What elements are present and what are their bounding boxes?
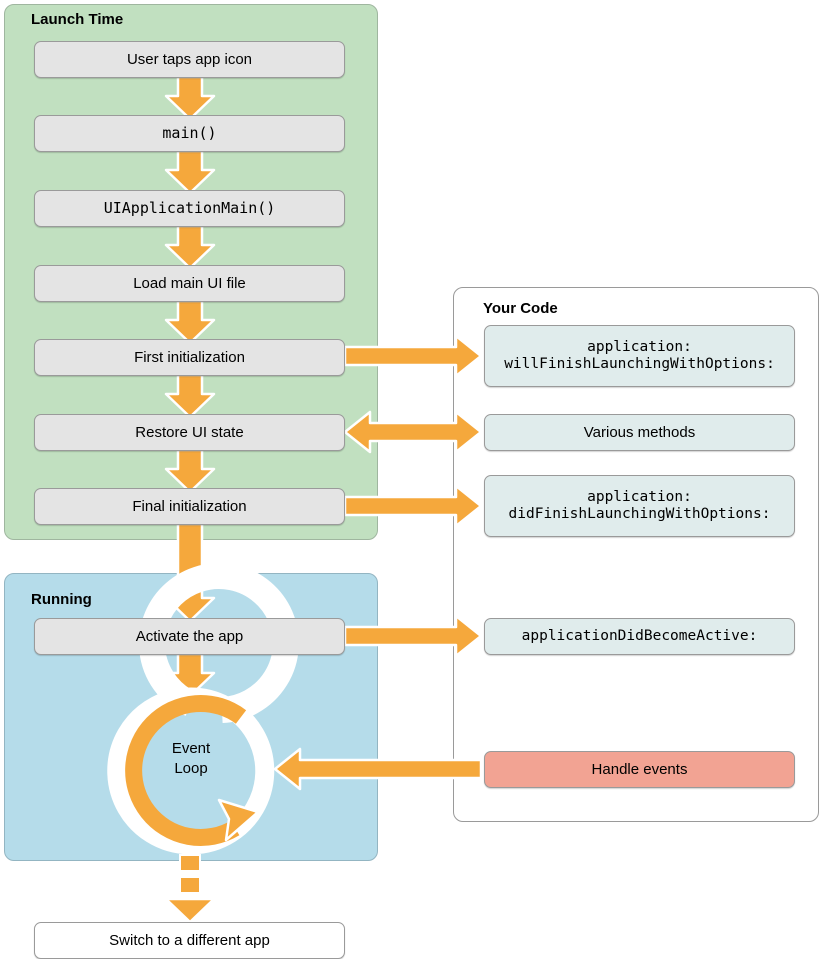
flow-box-label: User taps app icon	[126, 50, 253, 68]
flow-box-label: Restore UI state	[135, 423, 244, 441]
flow-box-switch-to-a-different-app[interactable]: Switch to a different app	[34, 922, 345, 959]
flow-box-label: UIApplicationMain()	[103, 198, 276, 217]
flow-box-label: Load main UI file	[133, 274, 246, 292]
flow-box-uiapplicationmain[interactable]: UIApplicationMain()	[34, 190, 345, 227]
flow-box-first-initialization[interactable]: First initialization	[34, 339, 345, 376]
flow-box-restore-ui-state[interactable]: Restore UI state	[34, 414, 345, 451]
flow-box-main[interactable]: main()	[34, 115, 345, 152]
code-box-line-1: Handle events	[591, 760, 688, 778]
flow-box-label: Final initialization	[132, 497, 247, 515]
code-box-text: application: didFinishLaunchingWithOption…	[509, 489, 771, 523]
launch-time-title: Launch Time	[31, 11, 124, 28]
code-box-did-finish-launching[interactable]: application: didFinishLaunchingWithOption…	[484, 475, 795, 537]
code-box-line-1: Various methods	[583, 423, 696, 441]
your-code-title: Your Code	[483, 300, 558, 317]
code-box-line-1: application:	[587, 488, 692, 505]
arrow-dashed-switch-app	[164, 854, 216, 924]
running-panel	[4, 573, 378, 861]
code-box-line-1: applicationDidBecomeActive:	[521, 627, 758, 644]
flow-box-activate-the-app[interactable]: Activate the app	[34, 618, 345, 655]
flow-box-final-initialization[interactable]: Final initialization	[34, 488, 345, 525]
event-loop-line-1: Event	[171, 740, 211, 757]
event-loop-label: Event Loop	[123, 739, 259, 779]
code-box-line-2: willFinishLaunchingWithOptions:	[504, 356, 775, 372]
code-box-handle-events[interactable]: Handle events	[484, 751, 795, 788]
running-title: Running	[31, 591, 92, 608]
flow-box-label: main()	[162, 123, 217, 142]
code-box-text: application: willFinishLaunchingWithOptio…	[504, 339, 775, 373]
flow-box-user-taps-app-icon[interactable]: User taps app icon	[34, 41, 345, 78]
flow-box-label: Activate the app	[135, 627, 244, 645]
flow-box-label: Switch to a different app	[109, 931, 270, 949]
event-loop-line-2: Loop	[174, 759, 208, 777]
code-box-will-finish-launching[interactable]: application: willFinishLaunchingWithOptio…	[484, 325, 795, 387]
code-box-application-did-become-active[interactable]: applicationDidBecomeActive:	[484, 618, 795, 655]
code-box-line-2: didFinishLaunchingWithOptions:	[508, 506, 771, 522]
code-box-various-methods[interactable]: Various methods	[484, 414, 795, 451]
flow-box-load-main-ui-file[interactable]: Load main UI file	[34, 265, 345, 302]
code-box-line-1: application:	[587, 338, 692, 355]
app-lifecycle-diagram: Launch Time Running Your Code User taps …	[0, 0, 825, 959]
flow-box-label: First initialization	[134, 348, 245, 366]
